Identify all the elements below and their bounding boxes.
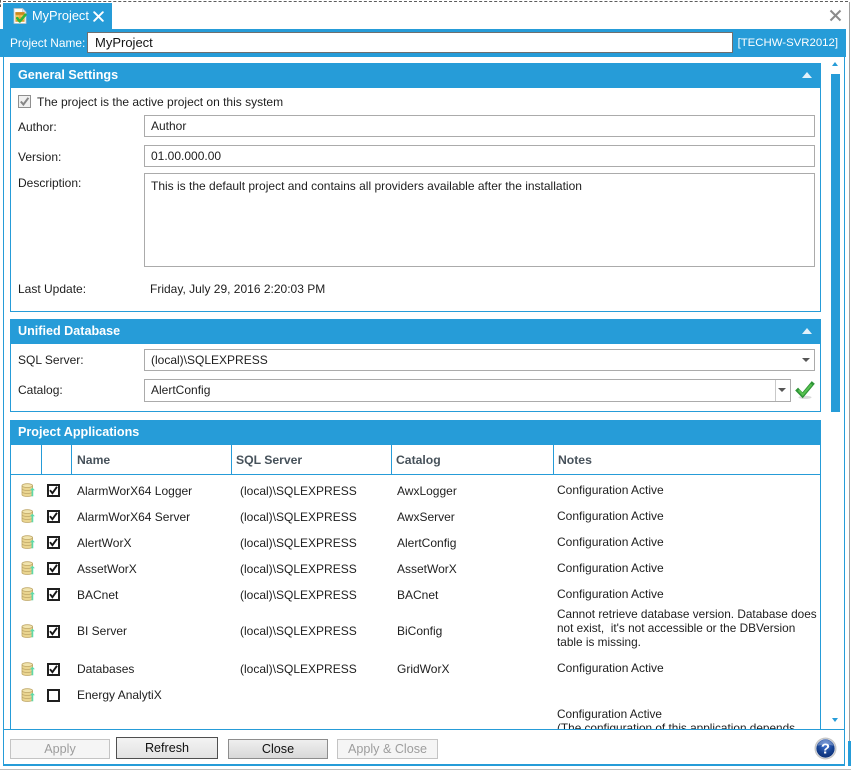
svg-text:?: ? (821, 740, 830, 757)
